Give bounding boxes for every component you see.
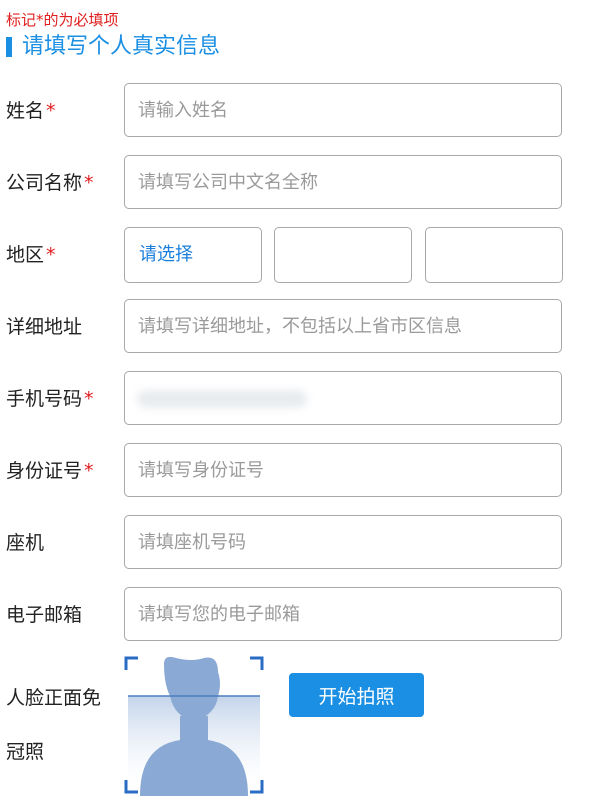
row-company: 公司名称 * xyxy=(0,155,592,211)
name-field[interactable] xyxy=(124,83,562,137)
face-photo-label-line2: 冠照 xyxy=(6,741,45,763)
row-name: 姓名 * xyxy=(0,83,592,139)
required-mark: * xyxy=(46,100,56,122)
address-field[interactable] xyxy=(124,299,562,353)
district-select[interactable] xyxy=(425,227,563,283)
section-title-text: 请填写个人真实信息 xyxy=(22,34,221,59)
region-label: 地区 * xyxy=(6,244,56,266)
section-title: 请填写个人真实信息 xyxy=(6,34,220,60)
city-select[interactable] xyxy=(274,227,412,283)
address-label: 详细地址 xyxy=(6,316,83,338)
face-photo-label-line1: 人脸正面免 xyxy=(6,687,102,709)
person-silhouette-icon xyxy=(124,656,264,796)
mobile-label: 手机号码 * xyxy=(6,388,94,410)
section-title-bar xyxy=(6,37,12,57)
landline-input[interactable] xyxy=(125,516,561,568)
start-photo-button[interactable]: 开始拍照 xyxy=(289,673,424,717)
row-landline: 座机 xyxy=(0,515,592,571)
address-input[interactable] xyxy=(125,300,561,352)
row-mobile: 手机号码 * xyxy=(0,371,592,427)
company-field[interactable] xyxy=(124,155,562,209)
row-email: 电子邮箱 xyxy=(0,587,592,643)
name-label: 姓名 * xyxy=(6,100,56,122)
id-number-input[interactable] xyxy=(125,444,561,496)
mobile-field[interactable] xyxy=(124,371,562,425)
company-label: 公司名称 * xyxy=(6,172,94,194)
face-photo-frame[interactable] xyxy=(124,656,264,796)
id-number-field[interactable] xyxy=(124,443,562,497)
landline-label: 座机 xyxy=(6,532,45,554)
required-mark: * xyxy=(84,388,94,410)
id-number-label: 身份证号 * xyxy=(6,460,94,482)
email-input[interactable] xyxy=(125,588,561,640)
email-label: 电子邮箱 xyxy=(6,604,83,626)
blurred-mobile-value xyxy=(137,390,307,408)
required-mark: * xyxy=(46,244,56,266)
name-input[interactable] xyxy=(125,84,561,136)
row-address: 详细地址 xyxy=(0,299,592,355)
row-region: 地区 * 请选择 xyxy=(0,227,592,283)
province-select-text: 请选择 xyxy=(139,244,193,265)
landline-field[interactable] xyxy=(124,515,562,569)
required-notice: 标记*的为必填项 xyxy=(6,11,119,29)
required-mark: * xyxy=(84,172,94,194)
company-input[interactable] xyxy=(125,156,561,208)
province-select[interactable]: 请选择 xyxy=(124,227,262,283)
email-field[interactable] xyxy=(124,587,562,641)
required-mark: * xyxy=(84,460,94,482)
row-id-number: 身份证号 * xyxy=(0,443,592,499)
